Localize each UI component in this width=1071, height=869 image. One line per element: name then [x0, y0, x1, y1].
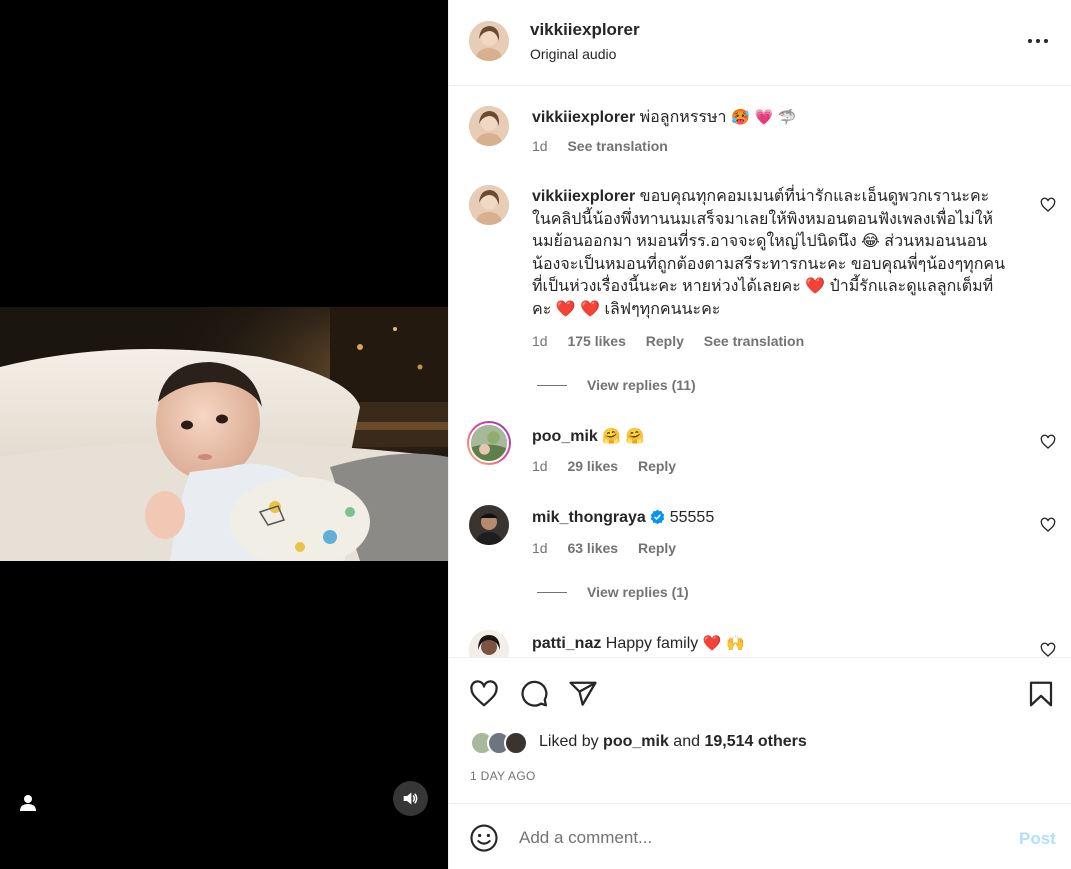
- comment-meta: 1d 175 likes Reply See translation: [532, 333, 820, 349]
- caption-username[interactable]: vikkiiexplorer: [532, 109, 635, 126]
- heart-icon[interactable]: [469, 679, 499, 709]
- avatar[interactable]: [469, 185, 509, 225]
- caption-emojis: 🥵 💗 🦈: [731, 108, 797, 126]
- like-comment-icon[interactable]: [1040, 434, 1056, 450]
- likes-middle: and: [673, 733, 700, 750]
- video-frame[interactable]: [0, 307, 448, 561]
- post-panel: vikkiiexplorer Original audio vikkiiexpl…: [448, 0, 1071, 869]
- audio-toggle-button[interactable]: [393, 781, 428, 816]
- comment-likes[interactable]: 63 likes: [567, 540, 618, 556]
- comment-username[interactable]: poo_mik: [532, 428, 598, 445]
- verified-badge-icon: [651, 509, 665, 525]
- post-button[interactable]: Post: [1019, 829, 1056, 849]
- liked-by-user[interactable]: poo_mik: [603, 733, 669, 750]
- see-translation-button[interactable]: See translation: [567, 138, 667, 154]
- view-replies-label: View replies (11): [587, 377, 696, 393]
- comment-likes[interactable]: 175 likes: [567, 333, 625, 349]
- comment-body: Happy family: [605, 635, 699, 652]
- view-replies-button[interactable]: View replies (11): [537, 377, 696, 393]
- comment-text: poo_mik 🤗 🤗: [532, 425, 1012, 449]
- avatar[interactable]: [469, 21, 509, 61]
- comment-username[interactable]: patti_naz: [532, 635, 601, 652]
- divider: [537, 591, 567, 593]
- comment-body: 🤗 🤗: [602, 427, 645, 445]
- comment-username[interactable]: vikkiiexplorer: [532, 188, 635, 205]
- caption-text: vikkiiexplorer พ่อลูกหรรษา 🥵 💗 🦈: [532, 106, 1012, 130]
- avatar[interactable]: [469, 505, 509, 545]
- more-options-icon[interactable]: [1027, 30, 1049, 52]
- comment-body: 55555: [669, 509, 715, 526]
- comment-text: mik_thongraya 55555: [532, 507, 1012, 530]
- caption-meta: 1d See translation: [532, 138, 684, 154]
- reply-button[interactable]: Reply: [638, 540, 676, 556]
- comment-text: patti_naz Happy family ❤️ 🙌: [532, 632, 1012, 656]
- comment-icon[interactable]: [519, 679, 549, 709]
- see-translation-button[interactable]: See translation: [704, 333, 804, 349]
- reply-button[interactable]: Reply: [646, 333, 684, 349]
- user-tag-icon[interactable]: [17, 792, 39, 814]
- liked-by-avatar[interactable]: [504, 731, 528, 755]
- divider: [537, 384, 567, 386]
- comments-list[interactable]: vikkiiexplorer พ่อลูกหรรษา 🥵 💗 🦈 1d See …: [449, 87, 1071, 658]
- comment-meta: 1d 63 likes Reply: [532, 540, 692, 556]
- comment-input[interactable]: [519, 822, 999, 854]
- comment-time[interactable]: 1d: [532, 333, 548, 349]
- post-header: vikkiiexplorer Original audio: [449, 0, 1071, 86]
- avatar[interactable]: [469, 106, 509, 146]
- paper-plane-icon[interactable]: [568, 679, 598, 709]
- video-thumbnail: [0, 307, 448, 561]
- comment-time[interactable]: 1d: [532, 458, 548, 474]
- add-comment-bar: Post: [449, 805, 1071, 869]
- avatar[interactable]: [469, 630, 509, 657]
- emoji-icon[interactable]: [469, 823, 499, 853]
- audio-label[interactable]: Original audio: [530, 46, 616, 62]
- avatar-story-ring[interactable]: [467, 421, 511, 465]
- likes-prefix: Liked by: [539, 733, 599, 750]
- comment-text: vikkiiexplorer ขอบคุณทุกคอมเมนต์ที่น่ารั…: [532, 186, 1012, 321]
- caption-body: พ่อลูกหรรษา: [639, 109, 727, 126]
- like-comment-icon[interactable]: [1040, 197, 1056, 213]
- comment-body: ขอบคุณทุกคอมเมนต์ที่น่ารักและเอ็นดูพวกเร…: [532, 188, 1006, 318]
- post-author[interactable]: vikkiiexplorer: [530, 20, 640, 40]
- view-replies-label: View replies (1): [587, 584, 689, 600]
- like-comment-icon[interactable]: [1040, 517, 1056, 533]
- bookmark-icon[interactable]: [1026, 679, 1056, 709]
- likes-count[interactable]: 19,514 others: [704, 733, 806, 750]
- comment-time[interactable]: 1d: [532, 540, 548, 556]
- comment-meta: 1d 29 likes Reply: [532, 458, 692, 474]
- likes-summary: Liked by poo_mik and 19,514 others: [539, 733, 807, 751]
- comment-username[interactable]: mik_thongraya: [532, 509, 646, 526]
- reply-button[interactable]: Reply: [638, 458, 676, 474]
- like-comment-icon[interactable]: [1040, 642, 1056, 657]
- action-bar: Liked by poo_mik and 19,514 others 1 DAY…: [449, 659, 1071, 804]
- caption-time[interactable]: 1d: [532, 138, 548, 154]
- post-date[interactable]: 1 DAY AGO: [470, 769, 536, 783]
- video-player[interactable]: [0, 0, 448, 869]
- speaker-icon: [403, 792, 418, 805]
- comment-emojis: ❤️ 🙌: [702, 634, 745, 652]
- view-replies-button[interactable]: View replies (1): [537, 584, 689, 600]
- comment-likes[interactable]: 29 likes: [567, 458, 618, 474]
